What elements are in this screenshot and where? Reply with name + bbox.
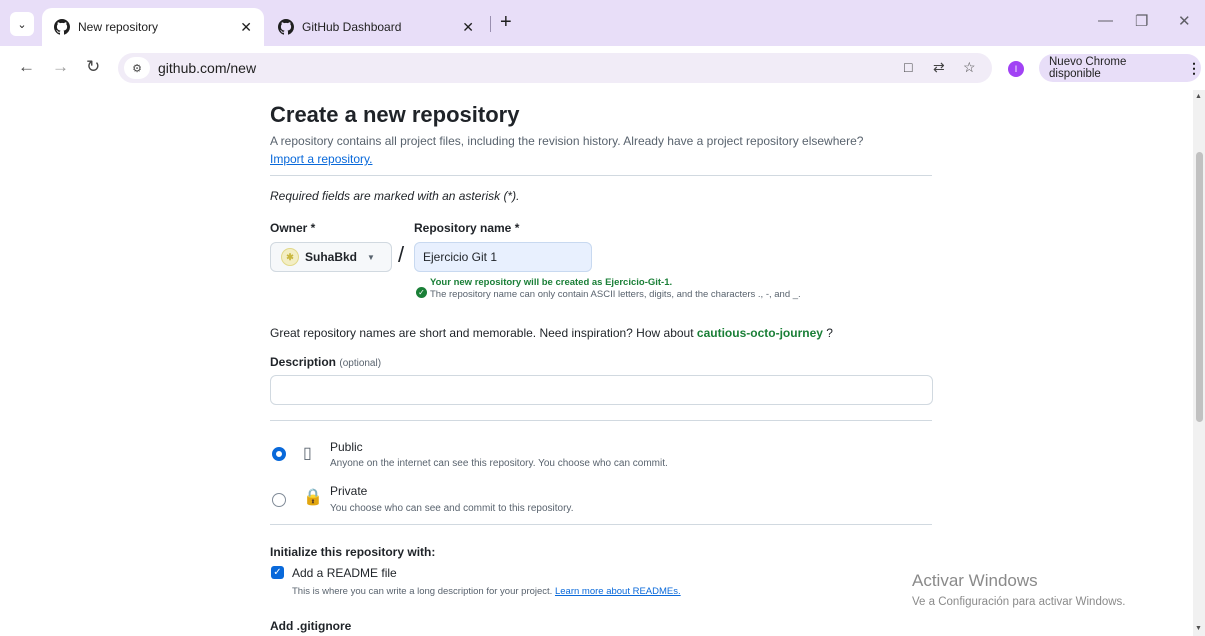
inspiration-text: Great repository names are short and mem… [270,326,694,340]
windows-watermark-title: Activar Windows [912,571,1038,590]
tab-title: New repository [78,20,159,34]
tab-github-dashboard[interactable]: GitHub Dashboard ✕ [266,8,486,46]
scroll-up-icon[interactable]: ▲ [1195,93,1202,100]
public-description: Anyone on the internet can see this repo… [330,458,668,469]
owner-repo-separator: / [398,242,405,267]
repository-name-value: Ejercicio Git 1 [423,250,498,264]
scrollbar-thumb[interactable] [1196,152,1203,422]
description-label-text: Description [270,355,337,369]
owner-value: SuhaBkd [305,250,358,264]
chevron-down-icon: ⌄ [17,18,27,31]
close-tab-icon[interactable]: ✕ [462,19,474,36]
site-settings-icon[interactable]: ⚙ [124,57,150,79]
caret-down-icon: ▼ [367,252,375,262]
suggested-name-button[interactable]: cautious-octo-journey [697,326,823,340]
page-title: Create a new repository [270,102,520,127]
owner-avatar: ✱ [281,248,299,266]
windows-watermark-subtitle: Ve a Configuración para activar Windows. [912,596,1126,608]
more-options-icon: ⋮ [1187,59,1201,76]
private-radio[interactable] [272,493,286,507]
description-input[interactable] [270,375,933,405]
restore-icon[interactable]: ❐ [1135,12,1148,30]
name-inspiration: Great repository names are short and mem… [270,326,833,340]
browser-tab-bar: ⌄ New repository ✕ GitHub Dashboard ✕ + … [0,0,1205,46]
scroll-down-icon[interactable]: ▼ [1195,625,1202,632]
name-rules-hint: The repository name can only contain ASC… [430,289,801,300]
divider [270,420,932,421]
private-title: Private [330,484,368,498]
repository-name-input[interactable]: Ejercicio Git 1 [414,242,592,272]
close-window-icon[interactable]: ✕ [1178,12,1191,30]
tab-search-button[interactable]: ⌄ [10,12,34,36]
check-circle-icon: ✓ [416,287,427,298]
back-arrow-icon[interactable]: ← [18,58,35,76]
github-icon [54,19,70,35]
lock-icon: 🔒 [303,489,323,506]
reload-icon[interactable]: ↻ [86,58,100,76]
description-label: Description (optional) [270,355,381,369]
browser-toolbar: ← → ↻ ⚙ github.com/new □ ⇄ ☆ I Nuevo Chr… [0,46,1205,90]
owner-dropdown[interactable]: ✱ SuhaBkd ▼ [270,242,392,272]
public-radio[interactable] [272,447,286,461]
readme-description-text: This is where you can write a long descr… [292,586,553,597]
readme-label[interactable]: Add a README file [292,566,397,580]
readme-description: This is where you can write a long descr… [292,586,681,597]
url-text: github.com/new [158,60,257,76]
bookmark-star-icon[interactable]: ☆ [963,59,976,76]
chrome-update-button[interactable]: Nuevo Chrome disponible ⋮ [1039,54,1201,82]
import-repository-link[interactable]: Import a repository. [270,152,372,166]
divider [270,524,932,525]
required-fields-note: Required fields are marked with an aster… [270,189,520,203]
update-label: Nuevo Chrome disponible [1049,56,1127,80]
public-title: Public [330,440,363,454]
profile-avatar[interactable]: I [1008,61,1024,77]
learn-more-readmes-link[interactable]: Learn more about READMEs. [555,586,681,597]
page-subtitle: A repository contains all project files,… [270,134,864,148]
install-app-icon[interactable]: □ [904,59,912,75]
inspiration-tail: ? [826,326,833,340]
page-scrollbar[interactable]: ▲ ▼ [1193,90,1205,636]
tab-title: GitHub Dashboard [302,20,402,34]
github-icon [278,19,294,35]
name-available-message: Your new repository will be created as E… [430,277,673,288]
close-tab-icon[interactable]: ✕ [240,19,252,36]
readme-checkbox[interactable]: ✓ [271,566,284,579]
new-tab-button[interactable]: + [500,11,512,33]
private-description: You choose who can see and commit to thi… [330,503,574,514]
tab-new-repository[interactable]: New repository ✕ [42,8,264,46]
description-optional: (optional) [339,358,382,369]
owner-label: Owner * [270,221,316,235]
gitignore-title: Add .gitignore [270,619,352,633]
forward-arrow-icon[interactable]: → [52,58,69,76]
repo-icon: ▯ [303,445,312,462]
divider [270,175,932,176]
address-bar[interactable]: ⚙ github.com/new □ ⇄ ☆ [118,53,992,83]
minimize-icon[interactable]: — [1098,12,1113,29]
initialize-title: Initialize this repository with: [270,545,436,559]
tab-divider [490,16,491,32]
repository-name-label: Repository name * [414,221,520,235]
translate-icon[interactable]: ⇄ [933,59,945,76]
